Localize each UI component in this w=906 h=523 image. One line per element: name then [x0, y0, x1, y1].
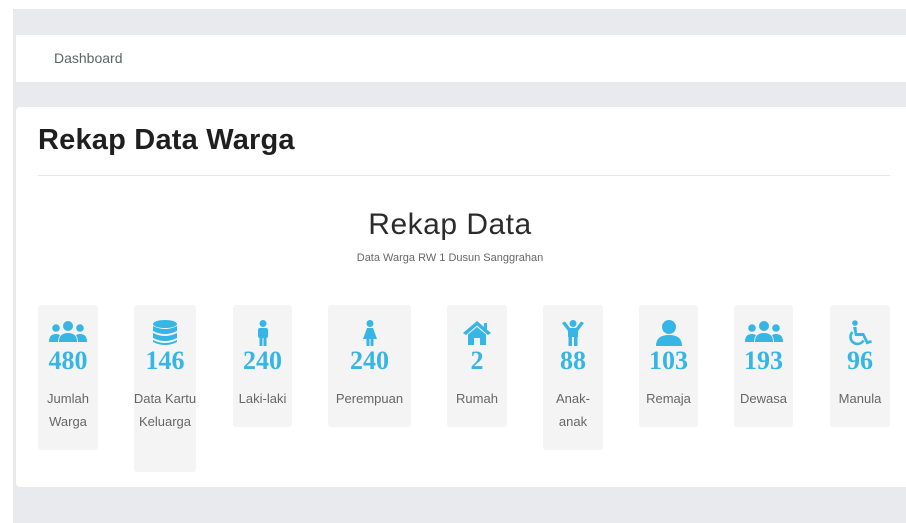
stat-value: 103 [649, 346, 688, 375]
stat-value: 193 [744, 346, 783, 375]
stat-label: Anak-anak [556, 391, 590, 429]
stat-anak-anak: 88 Anak-anak [543, 305, 603, 450]
stat-laki-laki: 240 Laki-laki [233, 305, 292, 427]
divider [38, 175, 890, 176]
stat-label: Manula [838, 391, 882, 406]
stat-label: Jumlah Warga [47, 391, 89, 429]
wheelchair-icon [830, 320, 890, 346]
database-icon [134, 320, 196, 346]
stat-rumah: 2 Rumah [447, 305, 507, 427]
stat-value: 2 [470, 346, 484, 375]
male-icon [233, 320, 292, 346]
section-title: Rekap Data [368, 208, 532, 241]
stat-kartu-keluarga: 146 Data Kartu Keluarga [134, 305, 196, 472]
stat-value: 88 [560, 346, 586, 375]
section-subtitle: Data Warga RW 1 Dusun Sanggrahan [356, 252, 544, 264]
female-icon [328, 320, 411, 346]
stat-value: 146 [145, 346, 185, 375]
stat-perempuan: 240 Perempuan [328, 305, 411, 427]
stat-label: Data Kartu Keluarga [133, 391, 197, 429]
rekap-card: Rekap Data Warga Rekap Data Data Warga R… [16, 107, 906, 487]
stat-remaja: 103 Remaja [639, 305, 698, 427]
breadcrumb[interactable]: Dashboard [54, 50, 123, 66]
stat-jumlah-warga: 480 Jumlah Warga [38, 305, 98, 450]
user-icon [639, 320, 698, 346]
stat-label: Dewasa [740, 391, 787, 406]
stat-label: Perempuan [335, 391, 404, 406]
child-icon [543, 320, 603, 346]
users-icon [38, 320, 98, 346]
home-icon [447, 320, 507, 346]
users-icon [734, 320, 793, 346]
stat-label: Remaja [646, 391, 691, 406]
stat-label: Laki-laki [238, 391, 287, 406]
breadcrumb-bar: Dashboard [16, 35, 906, 82]
stat-label: Rumah [456, 391, 498, 406]
stat-value: 480 [48, 346, 88, 375]
stat-value: 240 [350, 346, 389, 375]
page-title: Rekap Data Warga [38, 124, 295, 156]
stat-dewasa: 193 Dewasa [734, 305, 793, 427]
stat-value: 96 [847, 346, 873, 375]
stat-value: 240 [243, 346, 282, 375]
stat-manula: 96 Manula [830, 305, 890, 427]
